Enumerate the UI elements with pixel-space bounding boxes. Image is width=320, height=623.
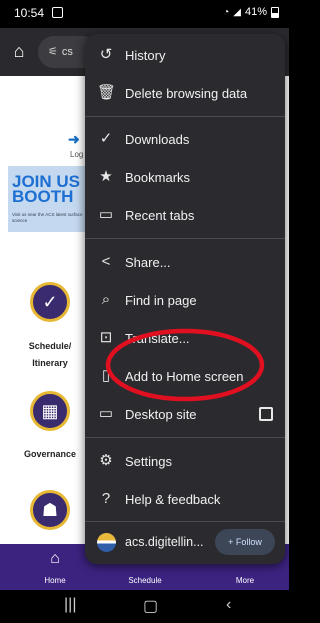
nav-home-label: Home bbox=[44, 576, 66, 585]
menu-item-label: Find in page bbox=[125, 293, 197, 308]
menu-item-history[interactable]: ↺ History bbox=[85, 37, 285, 75]
status-time: 10:54 bbox=[14, 6, 45, 20]
menu-item-add-to-home-screen[interactable]: ▯ Add to Home screen bbox=[85, 358, 285, 396]
menu-item-settings[interactable]: ⚙ Settings bbox=[85, 443, 285, 481]
menu-item-recent-tabs[interactable]: ▭ Recent tabs bbox=[85, 197, 285, 235]
history-icon: ↺ bbox=[99, 46, 113, 63]
menu-item-label: Bookmarks bbox=[125, 170, 191, 185]
menu-item-bookmarks[interactable]: ★ Bookmarks bbox=[85, 159, 285, 197]
status-right: ◔ ◢ 41% bbox=[223, 6, 279, 18]
overflow-menu: ↺ History 🗑 Delete browsing data ✓ Downl… bbox=[85, 34, 285, 564]
menu-divider bbox=[85, 116, 285, 117]
wifi-icon: ◔ bbox=[223, 6, 230, 18]
menu-item-find-in-page[interactable]: ⌕ Find in page bbox=[85, 282, 285, 320]
schedule-tile-icon[interactable]: ✓ bbox=[30, 282, 70, 322]
menu-item-share[interactable]: < Share... bbox=[85, 244, 285, 282]
back-icon[interactable]: ‹ bbox=[226, 596, 231, 614]
booth-banner[interactable]: JOIN US BOOTH Visit us near the ACS late… bbox=[8, 166, 90, 232]
site-settings-icon[interactable]: ⚟ bbox=[48, 46, 58, 58]
governance-tile-icon[interactable]: ▦ bbox=[30, 391, 70, 431]
home-icon[interactable]: ⌂ bbox=[9, 41, 29, 61]
menu-item-label: Help & feedback bbox=[125, 492, 221, 507]
find-icon: ⌕ bbox=[101, 291, 111, 308]
banner-title: JOIN US BOOTH bbox=[12, 173, 80, 206]
status-bar: 10:54 ◔ ◢ 41% bbox=[0, 0, 289, 28]
menu-item-label: Translate... bbox=[125, 331, 190, 346]
menu-divider bbox=[85, 238, 285, 239]
menu-item-label: Settings bbox=[125, 454, 172, 469]
recent-tabs-icon: ▭ bbox=[98, 206, 114, 223]
banner-subtitle: Visit us near the ACS latest surface sci… bbox=[12, 212, 83, 223]
governance-tile-label[interactable]: Governance bbox=[8, 446, 92, 463]
menu-item-label: Delete browsing data bbox=[125, 86, 248, 101]
home-button-icon[interactable]: ▢ bbox=[143, 596, 158, 616]
translate-icon: ⊡ bbox=[99, 329, 113, 346]
banner-title-line2: BOOTH bbox=[12, 187, 74, 206]
nav-home[interactable]: ⌂ Home bbox=[20, 544, 90, 590]
menu-item-label: Desktop site bbox=[125, 407, 197, 422]
menu-item-desktop-site[interactable]: ▭ Desktop site bbox=[85, 396, 285, 434]
tile-label-line: Schedule/ bbox=[28, 341, 72, 351]
nav-more-label: More bbox=[235, 576, 255, 585]
menu-item-delete-browsing-data[interactable]: 🗑 Delete browsing data bbox=[85, 75, 285, 113]
menu-item-translate[interactable]: ⊡ Translate... bbox=[85, 320, 285, 358]
gear-icon: ⚙ bbox=[99, 452, 113, 469]
system-nav-bar: ||| ▢ ‹ bbox=[0, 590, 289, 623]
star-icon: ★ bbox=[99, 168, 113, 185]
follow-button[interactable]: + Follow bbox=[215, 529, 275, 555]
menu-item-label: Recent tabs bbox=[125, 208, 195, 223]
menu-item-label: Downloads bbox=[125, 132, 190, 147]
notification-icon bbox=[52, 7, 63, 18]
add-to-home-icon: ▯ bbox=[101, 367, 111, 384]
schedule-tile-label[interactable]: Schedule/ Itinerary bbox=[8, 338, 92, 372]
menu-site-row[interactable]: acs.digitellin... + Follow bbox=[85, 524, 285, 562]
home-icon: ⌂ bbox=[50, 550, 60, 567]
desktop-icon: ▭ bbox=[98, 405, 114, 422]
tile-label-line: Itinerary bbox=[32, 358, 68, 368]
desktop-site-checkbox[interactable] bbox=[259, 407, 273, 421]
menu-divider bbox=[85, 521, 285, 522]
menu-divider bbox=[85, 437, 285, 438]
recent-apps-icon[interactable]: ||| bbox=[64, 596, 76, 614]
site-domain: acs.digitellin... bbox=[125, 535, 204, 549]
menu-item-label: Share... bbox=[125, 255, 171, 270]
battery-icon bbox=[271, 6, 279, 18]
login-arrow-icon[interactable]: ➜ bbox=[68, 131, 80, 148]
battery-level: 41% bbox=[244, 6, 267, 18]
trash-icon: 🗑 bbox=[97, 84, 117, 101]
share-icon: < bbox=[101, 253, 111, 270]
downloads-icon: ✓ bbox=[99, 130, 113, 147]
url-text: cs bbox=[61, 46, 73, 58]
login-text[interactable]: Log bbox=[70, 150, 83, 159]
menu-item-label: Add to Home screen bbox=[125, 369, 244, 384]
menu-item-help-feedback[interactable]: ? Help & feedback bbox=[85, 481, 285, 519]
tile-label-line: Governance bbox=[23, 449, 77, 459]
people-tile-icon[interactable]: ☗ bbox=[30, 490, 70, 530]
site-favicon-icon bbox=[97, 533, 116, 552]
menu-item-downloads[interactable]: ✓ Downloads bbox=[85, 121, 285, 159]
menu-item-label: History bbox=[125, 48, 166, 63]
help-icon: ? bbox=[101, 490, 111, 507]
signal-icon: ◢ bbox=[233, 6, 241, 18]
nav-schedule-label: Schedule bbox=[128, 576, 162, 585]
